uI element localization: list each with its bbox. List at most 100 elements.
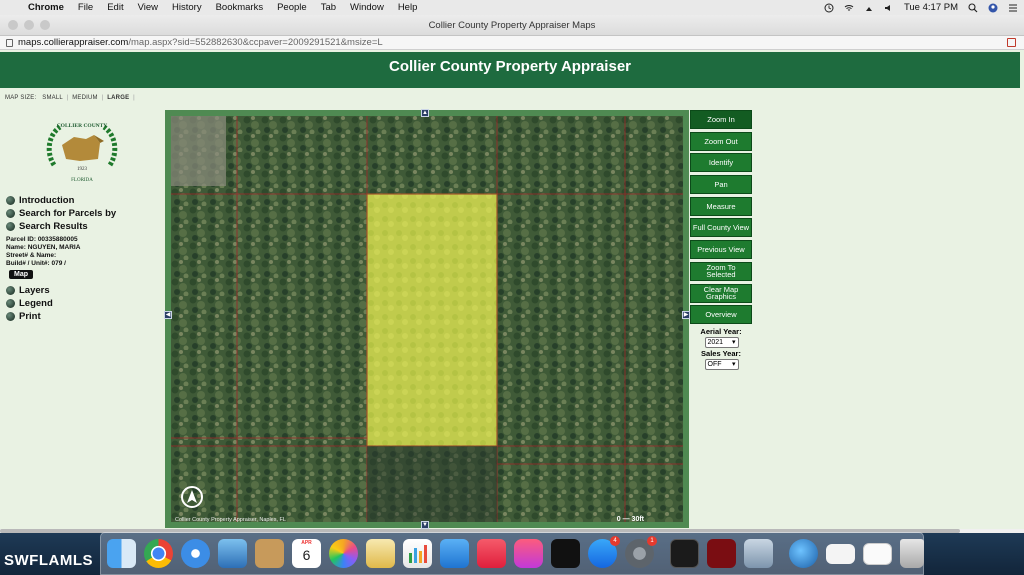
nav-label: Print (19, 311, 41, 322)
flash-player-icon[interactable] (707, 539, 736, 568)
zoom-to-selected-button[interactable]: Zoom To Selected (690, 261, 752, 281)
app-store-icon[interactable]: 4 (588, 536, 620, 568)
notification-center-icon[interactable] (1008, 3, 1018, 13)
pan-north-arrow[interactable]: ▲ (421, 109, 429, 117)
nav-legend[interactable]: Legend (6, 297, 156, 310)
preview-icon[interactable] (744, 539, 773, 568)
map-size-large[interactable]: LARGE (107, 95, 129, 101)
aerial-year-select[interactable]: 2021 (704, 336, 739, 348)
menu-tab[interactable]: Tab (321, 2, 336, 13)
activity-monitor-icon[interactable] (670, 539, 699, 568)
menu-history[interactable]: History (172, 2, 202, 13)
parcel-id-label: Parcel ID: (6, 236, 36, 243)
extension-icon[interactable] (1007, 38, 1016, 47)
window-title: Collier County Property Appraiser Maps (428, 20, 596, 31)
calendar-day: 6 (302, 547, 311, 563)
menu-people[interactable]: People (277, 2, 307, 13)
aerial-year-label: Aerial Year: (700, 326, 742, 336)
map-credit: Collier County Property Appraiser, Naple… (175, 517, 286, 523)
county-seal-logo: COLLIER COUNTY 1923 FLORIDA (46, 123, 118, 183)
menu-clock[interactable]: Tue 4:17 PM (904, 2, 958, 13)
news-icon[interactable] (477, 539, 506, 568)
nav-print[interactable]: Print (6, 310, 156, 323)
calendar-icon[interactable]: APR 6 (292, 539, 321, 568)
volume-icon[interactable] (884, 3, 894, 13)
finder-icon[interactable] (107, 539, 136, 568)
mail-bird-icon[interactable] (218, 539, 247, 568)
menu-app-name[interactable]: Chrome (28, 2, 64, 13)
contacts-icon[interactable] (255, 539, 284, 568)
apple-tv-icon[interactable] (551, 539, 580, 568)
nav-label: Introduction (19, 195, 75, 206)
menu-edit[interactable]: Edit (107, 2, 123, 13)
aerial-map[interactable] (171, 116, 683, 522)
fullscreen-button[interactable] (40, 20, 50, 30)
numbers-icon[interactable] (403, 539, 432, 568)
safari-icon[interactable] (181, 539, 210, 568)
map-tools: Zoom In Zoom Out Identify Pan Measure Fu… (690, 110, 753, 370)
address-bar[interactable]: maps.collierappraiser.com/map.aspx?sid=5… (0, 36, 1024, 50)
menu-file[interactable]: File (78, 2, 93, 13)
globe-icon[interactable] (789, 539, 818, 568)
close-button[interactable] (8, 20, 18, 30)
menu-view[interactable]: View (138, 2, 158, 13)
minimize-button[interactable] (24, 20, 34, 30)
music-icon[interactable] (514, 539, 543, 568)
bullet-icon (6, 299, 15, 308)
pan-east-arrow[interactable]: ▶ (682, 311, 690, 319)
menu-bookmarks[interactable]: Bookmarks (216, 2, 264, 13)
nav-layers[interactable]: Layers (6, 284, 156, 297)
overview-button[interactable]: Overview (690, 305, 752, 325)
menu-bar: Chrome File Edit View History Bookmarks … (0, 0, 1024, 15)
menu-help[interactable]: Help (398, 2, 418, 13)
map-size-label: MAP SIZE: (5, 95, 37, 101)
pan-button[interactable]: Pan (690, 175, 752, 195)
airplay-icon[interactable] (864, 3, 874, 13)
notes-icon[interactable] (366, 539, 395, 568)
scale-bar: 0 — 30ft (616, 516, 644, 523)
nav-search-parcels[interactable]: Search for Parcels by (6, 207, 156, 220)
clear-map-graphics-button[interactable]: Clear Map Graphics (690, 283, 752, 303)
keynote-icon[interactable] (440, 539, 469, 568)
pan-west-arrow[interactable]: ◀ (164, 311, 172, 319)
north-arrow-icon (181, 486, 203, 508)
measure-button[interactable]: Measure (690, 196, 752, 216)
menu-window[interactable]: Window (350, 2, 384, 13)
trash-icon[interactable] (900, 539, 924, 568)
status-area: Tue 4:17 PM (824, 0, 1018, 15)
map-button[interactable]: Map (9, 270, 33, 279)
chrome-icon[interactable] (144, 539, 173, 568)
calendar-month: APR (301, 540, 312, 546)
previous-view-button[interactable]: Previous View (690, 240, 752, 260)
street-label: Street# & Name: (6, 252, 57, 259)
time-machine-icon[interactable] (824, 3, 834, 13)
sales-year-select[interactable]: OFF (704, 358, 739, 370)
wifi-icon[interactable] (844, 3, 854, 13)
map-size-small[interactable]: SMALL (42, 95, 62, 101)
document-thumbnail-icon[interactable] (826, 543, 855, 564)
photos-icon[interactable] (329, 539, 358, 568)
system-preferences-icon[interactable]: 1 (625, 536, 657, 568)
bullet-icon (6, 222, 15, 231)
unit-label: Build# / Unit#: (6, 260, 50, 267)
nav-introduction[interactable]: Introduction (6, 194, 156, 207)
dock: APR 6 4 1 (100, 532, 924, 575)
full-county-view-button[interactable]: Full County View (690, 218, 752, 238)
nav-search-results[interactable]: Search Results (6, 220, 156, 233)
spotlight-icon[interactable] (968, 2, 978, 13)
watermark: SWFLAMLS (4, 552, 93, 569)
identify-button[interactable]: Identify (690, 153, 752, 173)
map-size-medium[interactable]: MEDIUM (72, 95, 98, 101)
user-avatar-icon[interactable] (988, 3, 998, 13)
left-nav: Introduction Search for Parcels by Searc… (6, 194, 156, 323)
page-title: Collier County Property Appraiser (0, 52, 1020, 88)
parcel-id: 00335880005 (37, 236, 78, 243)
pan-south-arrow[interactable]: ▼ (421, 521, 429, 529)
zoom-in-button[interactable]: Zoom In (690, 110, 752, 129)
seal-bottom-text: FLORIDA (71, 178, 93, 183)
selected-parcel[interactable] (366, 193, 498, 447)
screenshot-thumbnail-icon[interactable] (863, 542, 892, 565)
sales-year-label: Sales Year: (701, 348, 741, 358)
bullet-icon (6, 209, 15, 218)
zoom-out-button[interactable]: Zoom Out (690, 131, 752, 151)
